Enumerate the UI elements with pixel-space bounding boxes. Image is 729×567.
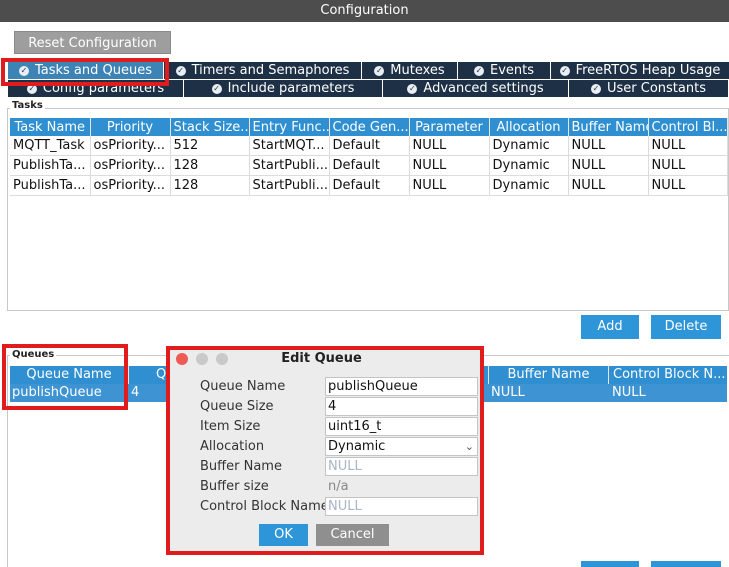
window-title: Configuration xyxy=(0,0,729,22)
tab-label: Advanced settings xyxy=(423,81,544,96)
check-circle-icon: ✓ xyxy=(559,65,570,76)
cell: StartMQT... xyxy=(249,136,330,156)
tab-label: User Constants xyxy=(607,81,706,96)
cell: NULL xyxy=(648,175,728,196)
column-header[interactable]: Control Block N... xyxy=(610,366,727,384)
tab-mutexes[interactable]: ✓ Mutexes xyxy=(362,62,457,79)
tab-label: Events xyxy=(489,63,534,78)
tab-timers-and-semaphores[interactable]: ✓ Timers and Semaphores xyxy=(164,62,361,79)
check-circle-icon: ✓ xyxy=(473,65,484,76)
add-task-button[interactable]: Add xyxy=(581,315,639,339)
cell: osPriority... xyxy=(90,136,171,156)
highlight-box-tab xyxy=(1,58,169,86)
cell: 128 xyxy=(170,175,250,196)
check-circle-icon: ✓ xyxy=(591,83,601,94)
cell: osPriority... xyxy=(90,175,171,196)
column-header[interactable]: Stack Size... xyxy=(170,118,250,136)
tab-include-parameters[interactable]: ✓ Include parameters xyxy=(184,80,382,97)
tasks-group-label: Tasks xyxy=(10,100,45,111)
table-row[interactable]: MQTT_Task osPriority... 512 StartMQT... … xyxy=(10,136,728,156)
cell: 128 xyxy=(170,155,250,176)
cell: 4 xyxy=(131,385,140,400)
tab-label: FreeRTOS Heap Usage xyxy=(575,63,721,78)
highlight-box-queue xyxy=(2,344,128,410)
cell: Default xyxy=(329,175,410,196)
column-header[interactable]: Parameter xyxy=(409,118,490,136)
tab-label: Mutexes xyxy=(390,63,445,78)
cell: NULL xyxy=(568,175,649,196)
column-header[interactable]: Priority xyxy=(90,118,171,136)
tasks-header-row: Task Name Priority Stack Size... Entry F… xyxy=(10,118,728,136)
tab-events[interactable]: ✓ Events xyxy=(458,62,550,79)
cell: MQTT_Task xyxy=(10,136,91,156)
cell: NULL xyxy=(648,155,728,176)
cell: NULL xyxy=(409,155,490,176)
cell: Dynamic xyxy=(489,175,569,196)
cell: StartPubli... xyxy=(249,175,330,196)
reset-configuration-button[interactable]: Reset Configuration xyxy=(14,31,171,54)
cell: NULL xyxy=(568,155,649,176)
cell: Default xyxy=(329,136,410,156)
column-header[interactable]: Buffer Name xyxy=(488,366,609,384)
cell: PublishTa... xyxy=(10,155,91,176)
cell: 512 xyxy=(170,136,250,156)
cell: NULL xyxy=(491,385,525,400)
cell: Default xyxy=(329,155,410,176)
tab-advanced-settings[interactable]: ✓ Advanced settings xyxy=(383,80,568,97)
column-header[interactable]: Buffer Name xyxy=(568,118,649,136)
delete-queue-button[interactable] xyxy=(651,561,721,567)
tab-label: Include parameters xyxy=(227,81,355,96)
table-row[interactable]: PublishTa... osPriority... 128 StartPubl… xyxy=(10,175,728,196)
cell: NULL xyxy=(409,175,490,196)
cell: StartPubli... xyxy=(249,155,330,176)
check-circle-icon: ✓ xyxy=(175,65,186,76)
tab-freertos-heap-usage[interactable]: ✓ FreeRTOS Heap Usage xyxy=(551,62,729,79)
tab-user-constants[interactable]: ✓ User Constants xyxy=(569,80,728,97)
check-circle-icon: ✓ xyxy=(374,65,385,76)
cell: osPriority... xyxy=(90,155,171,176)
column-header[interactable]: Entry Func... xyxy=(249,118,330,136)
cell: Dynamic xyxy=(489,136,569,156)
column-header[interactable]: Task Name xyxy=(10,118,91,136)
column-header[interactable]: Allocation xyxy=(489,118,569,136)
cell: NULL xyxy=(648,136,728,156)
cell: Dynamic xyxy=(489,155,569,176)
tab-label: Timers and Semaphores xyxy=(191,63,350,78)
highlight-box-dialog xyxy=(166,346,484,555)
cell: NULL xyxy=(409,136,490,156)
check-circle-icon: ✓ xyxy=(407,83,418,94)
tasks-table: Task Name Priority Stack Size... Entry F… xyxy=(10,118,728,196)
add-queue-button[interactable] xyxy=(581,561,639,567)
cell: PublishTa... xyxy=(10,175,91,196)
column-header[interactable]: Code Gen... xyxy=(329,118,410,136)
delete-task-button[interactable]: Delete xyxy=(651,315,721,339)
cell: NULL xyxy=(612,385,646,400)
check-circle-icon: ✓ xyxy=(211,83,222,94)
column-header[interactable]: Control Bl... xyxy=(648,118,728,136)
cell: NULL xyxy=(568,136,649,156)
table-row[interactable]: PublishTa... osPriority... 128 StartPubl… xyxy=(10,155,728,176)
